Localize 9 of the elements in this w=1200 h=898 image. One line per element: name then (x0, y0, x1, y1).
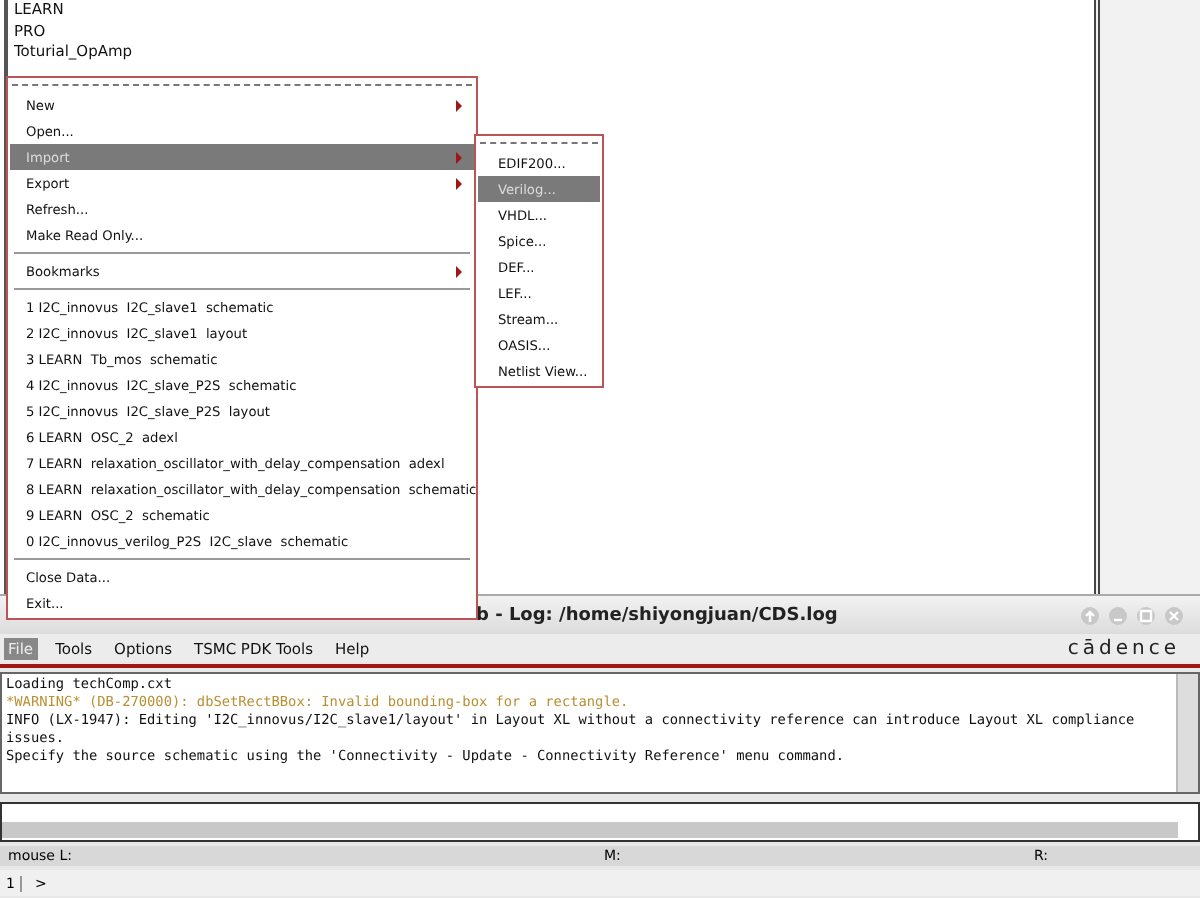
window-title: b - Log: /home/shiyongjuan/CDS.log (476, 605, 838, 625)
vertical-scrollbar[interactable] (1094, 0, 1200, 594)
close-icon[interactable] (1164, 605, 1184, 625)
minimize-icon[interactable] (1108, 605, 1128, 625)
input-field[interactable] (0, 802, 1200, 842)
cadence-logo: cādence (1067, 637, 1180, 659)
horizontal-scrollbar[interactable] (2, 822, 1178, 838)
maximize-icon[interactable] (1136, 605, 1156, 625)
vertical-scrollbar[interactable] (1176, 674, 1198, 792)
